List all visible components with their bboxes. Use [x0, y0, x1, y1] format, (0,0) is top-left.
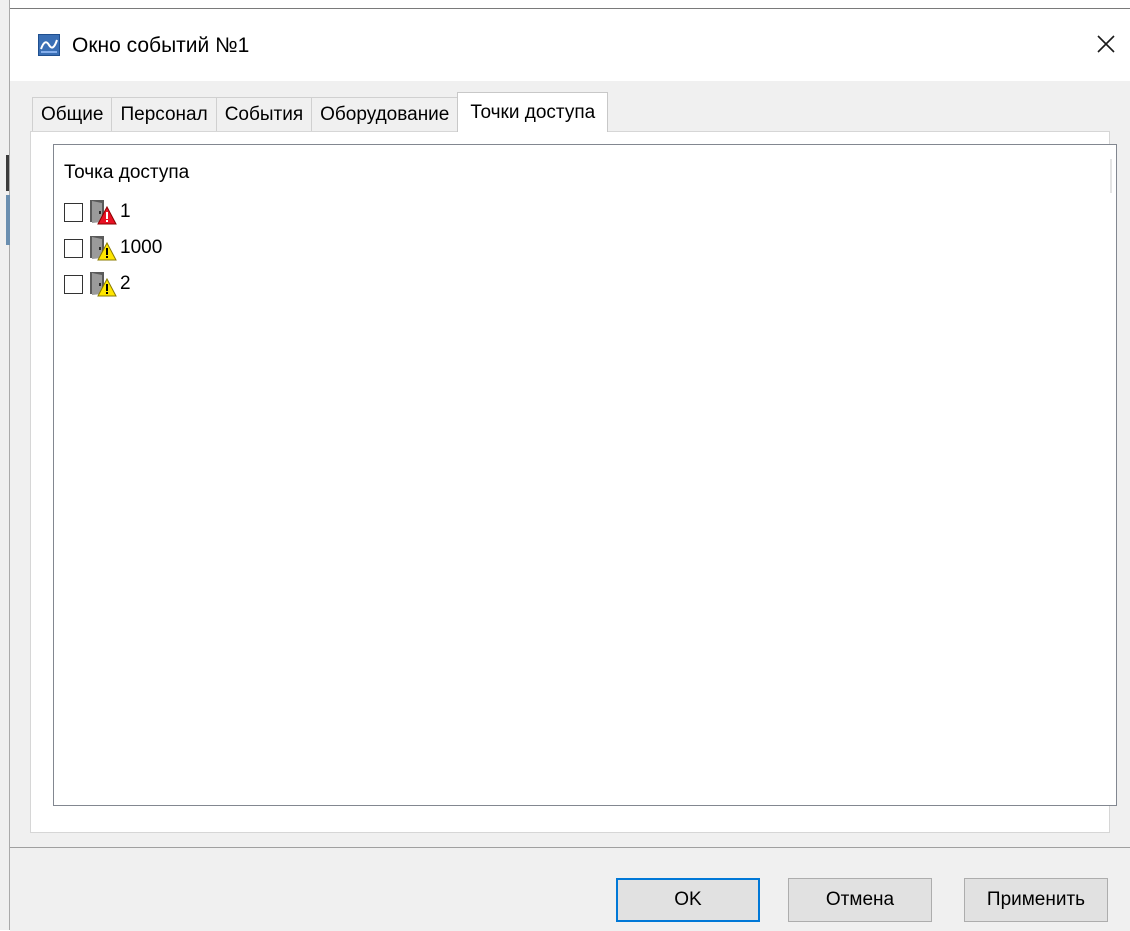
background-window-mark — [6, 155, 9, 191]
access-point-label: 2 — [120, 273, 131, 294]
tab-equipment[interactable]: Оборудование — [312, 97, 459, 131]
tab-access-points[interactable]: Точки доступа — [457, 92, 609, 132]
tree-scrollbar[interactable] — [1110, 159, 1112, 193]
title-bar[interactable]: Окно событий №1 — [10, 9, 1130, 81]
access-point-label: 1 — [120, 201, 131, 222]
tab-personnel[interactable]: Персонал — [112, 97, 217, 131]
access-point-label: 1000 — [120, 237, 163, 258]
door-alarm-icon — [90, 200, 117, 225]
access-points-tree[interactable]: Точка доступа 1 1000 2 — [53, 144, 1117, 806]
background-window-edge — [0, 0, 10, 930]
ok-button[interactable]: OK — [616, 878, 760, 922]
tree-header: Точка доступа — [64, 162, 190, 183]
footer-separator — [10, 847, 1130, 848]
event-window-dialog: Окно событий №1 Общие Персонал События О… — [10, 8, 1130, 931]
access-point-checkbox[interactable] — [64, 202, 83, 222]
tree-item[interactable]: 1 — [64, 199, 131, 225]
tab-strip: Общие Персонал События Оборудование Точк… — [32, 92, 609, 132]
tab-general[interactable]: Общие — [32, 97, 113, 131]
door-warning-icon — [90, 236, 117, 261]
access-points-panel: Точка доступа 1 1000 2 — [30, 131, 1117, 833]
door-warning-icon — [90, 272, 117, 297]
access-point-checkbox[interactable] — [64, 238, 83, 258]
close-icon — [1097, 35, 1115, 53]
window-title: Окно событий №1 — [72, 34, 250, 57]
tree-item[interactable]: 1000 — [64, 235, 162, 261]
apply-button[interactable]: Применить — [964, 878, 1108, 922]
app-icon — [38, 34, 60, 56]
tree-item[interactable]: 2 — [64, 271, 131, 297]
dialog-body: Общие Персонал События Оборудование Точк… — [10, 81, 1130, 931]
tab-events[interactable]: События — [216, 97, 313, 131]
cancel-button[interactable]: Отмена — [788, 878, 932, 922]
access-point-checkbox[interactable] — [64, 274, 83, 294]
close-button[interactable] — [1082, 23, 1130, 65]
